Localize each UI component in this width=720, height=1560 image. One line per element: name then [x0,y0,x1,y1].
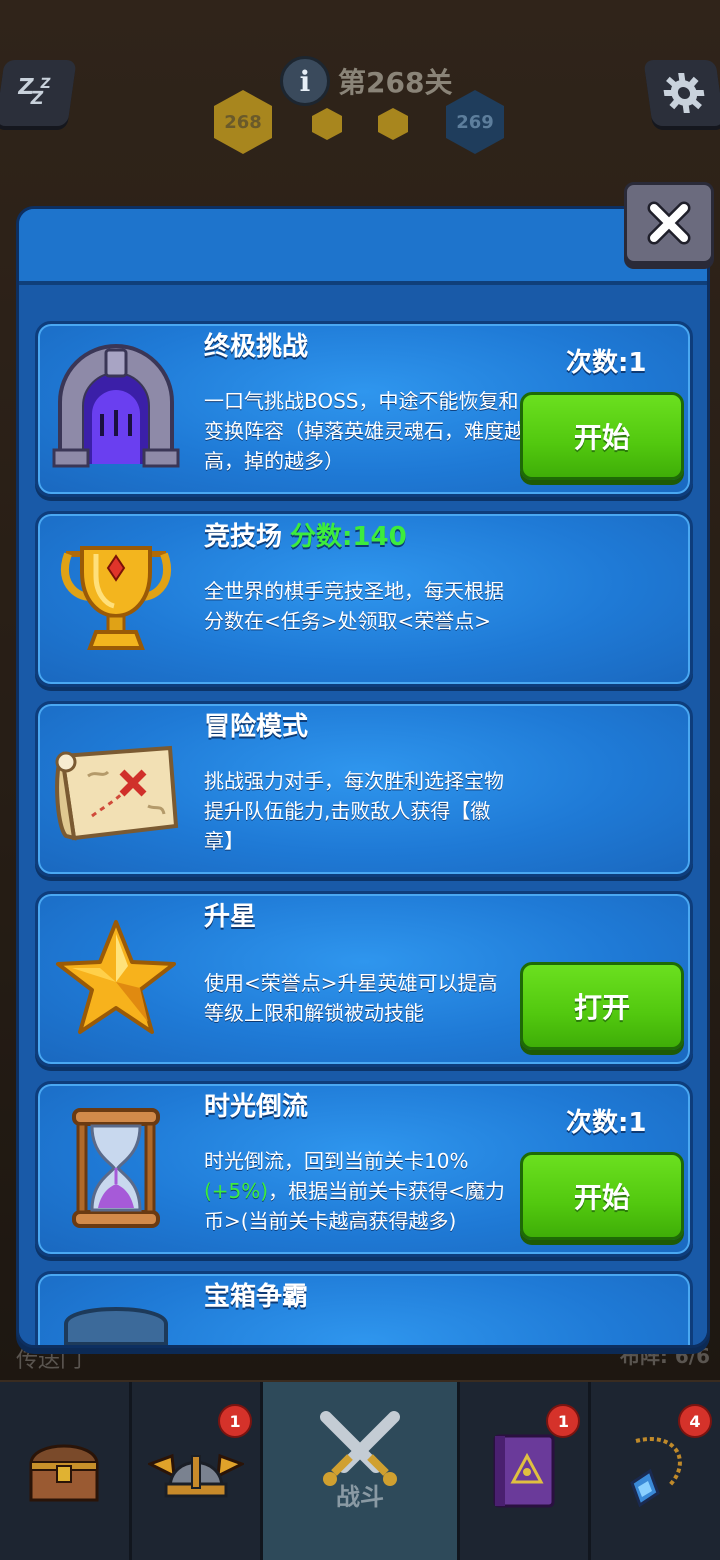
card-description: 一口气挑战BOSS，中途不能恢复和变换阵容（掉落英雄灵魂石，难度越高，掉的越多） [204,389,524,473]
treasure-chest-icon [29,1444,99,1502]
adventure-mode-card[interactable]: 冒险模式 挑战强力对手，每次胜利选择宝物提升队伍能力,击败敌人获得【徽章】 [35,701,693,877]
card-description: 全世界的棋手竞技圣地，每天根据分数在<任务>处领取<荣誉点> [204,579,504,633]
svg-text:Z: Z [39,76,51,92]
card-title: 时光倒流 [204,1092,309,1122]
card-description: 时光倒流，回到当前关卡10%(+5%)，根据当前关卡获得<魔力币>(当前关卡越高… [204,1146,516,1236]
card-title: 竞技场 分数:140 [204,516,407,553]
arena-score: 分数:140 [290,522,407,552]
card-title: 冒险模式 [204,712,309,742]
card-title-text: 竞技场 [204,522,283,552]
trophy-icon [61,546,171,650]
notification-badge: 1 [218,1404,253,1438]
info-icon[interactable]: i [280,56,330,106]
gear-icon [663,73,705,113]
attempts-count: 次数:1 [566,1108,647,1138]
desc-bonus-highlight: (+5%) [204,1179,269,1203]
chest-battle-card[interactable]: 宝箱争霸 [35,1271,693,1345]
card-description: 使用<荣誉点>升星英雄可以提高等级上限和解锁被动技能 [204,971,498,1025]
star-icon [56,920,176,1034]
desc-prefix: 时光倒流，回到当前关卡10% [204,1149,469,1173]
notification-badge: 1 [546,1404,581,1438]
start-button[interactable]: 开始 [520,1152,684,1240]
treasure-map-icon [55,745,179,841]
game-modes-dialog: 终极挑战 次数:1 一口气挑战BOSS，中途不能恢复和变换阵容（掉落英雄灵魂石，… [16,206,710,1348]
settings-button[interactable] [643,60,720,126]
card-title: 终极挑战 [204,332,309,362]
nav-item-spellbook[interactable]: 1 [460,1382,592,1560]
card-description: 挑战强力对手，每次胜利选择宝物提升队伍能力,击败敌人获得【徽章】 [204,769,504,853]
dialog-body: 终极挑战 次数:1 一口气挑战BOSS，中途不能恢复和变换阵容（掉落英雄灵魂石，… [19,285,707,1345]
chest-icon [64,1307,168,1345]
nav-item-battle[interactable]: 战斗 [263,1382,460,1560]
nav-item-amulet[interactable]: 4 [591,1382,720,1560]
level-label: 第268关 [338,66,453,99]
start-button[interactable]: 开始 [520,392,684,480]
card-title: 升星 [204,902,257,932]
nav-item-heroes[interactable]: 1 [132,1382,264,1560]
sleep-button[interactable]: Z Z Z [0,60,77,126]
hourglass-icon [72,1108,160,1228]
arena-card[interactable]: 竞技场 分数:140 全世界的棋手竞技圣地，每天根据分数在<任务>处领取<荣誉点> [35,511,693,687]
dungeon-gate-icon [52,344,180,468]
attempts-count: 次数:1 [566,348,647,378]
bottom-nav: 1 战斗 1 4 [0,1382,720,1560]
dialog-header [19,209,707,285]
open-button[interactable]: 打开 [520,962,684,1050]
ultimate-challenge-card: 终极挑战 次数:1 一口气挑战BOSS，中途不能恢复和变换阵容（掉落英雄灵魂石，… [35,321,693,497]
time-rewind-card: 时光倒流 次数:1 时光倒流，回到当前关卡10%(+5%)，根据当前关卡获得<魔… [35,1081,693,1257]
close-button[interactable] [624,182,714,264]
nav-label-battle: 战斗 [336,1483,384,1511]
level-indicator: i 第268关 [280,56,452,106]
close-x-icon [647,201,691,245]
star-up-card: 升星 使用<荣誉点>升星英雄可以提高等级上限和解锁被动技能 打开 [35,891,693,1067]
viking-helmet-icon [147,1453,244,1498]
sleep-zzz-icon: Z Z Z [16,74,51,109]
notification-badge: 4 [678,1404,712,1438]
spellbook-icon [493,1434,555,1508]
card-title: 宝箱争霸 [204,1282,309,1312]
nav-item-chest[interactable] [0,1382,132,1560]
amulet-icon [629,1437,682,1508]
